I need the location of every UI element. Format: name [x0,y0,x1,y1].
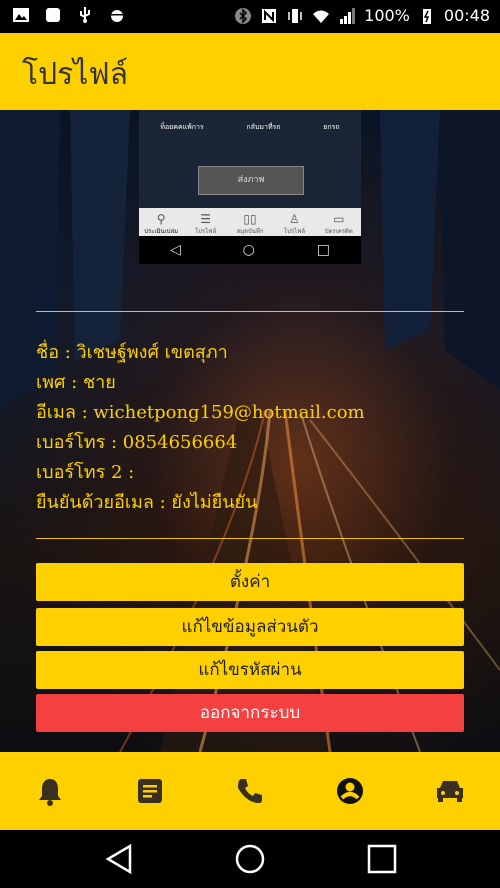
profile-info: ชื่อ : วิเชษฐ์พงศ์ เขตสุภา เพศ : ชาย อีเ… [36,338,365,518]
book-icon: ▯▯ [243,212,257,226]
list-icon: ☰ [200,212,211,226]
search-icon: ⚲ [156,212,166,226]
home-icon[interactable] [234,843,266,875]
screenshot-preview: ท็อยคคแพ้การ กลับมาที่รถ ยกรถ ส่งภาพ ⚲ ปร… [139,110,361,264]
recents-icon[interactable] [367,844,397,874]
nav-car[interactable] [420,761,480,821]
nfc-icon [262,8,277,23]
account-icon [337,778,363,804]
notes-icon [138,779,162,803]
battery-charging-icon [422,8,431,24]
status-bar: 100% 00:48 [0,0,500,33]
preview-label: ยกรถ [323,123,340,131]
edit-profile-button[interactable]: แก้ไขข้อมูลส่วนตัว [36,608,464,646]
gender-text: เพศ : ชาย [36,372,116,393]
phone-icon [238,779,262,803]
wifi-icon [313,10,330,23]
preview-tab: ♙ โปรไฟล์ [272,208,316,236]
signal-icon [340,7,356,24]
nav-call[interactable] [220,761,280,821]
person-icon: ♙ [289,212,300,226]
recents-icon: □ [316,242,331,258]
nav-notes[interactable] [120,761,180,821]
preview-tab: ⚲ ประเมินเปล่ม [139,208,183,236]
settings-button[interactable]: ตั้งค่า [36,563,464,601]
back-icon[interactable] [104,844,134,874]
logout-button[interactable]: ออกจากระบบ [36,694,464,732]
page-title: โปรไฟล์ [22,57,128,92]
system-navigation [0,830,500,888]
email-verify-text: ยืนยันด้วยอีเมล : ยังไม่ยืนยัน [36,492,258,513]
bottom-navigation [0,752,500,830]
car-icon [437,781,463,802]
app-bar: โปรไฟล์ [0,33,500,110]
phone-text: เบอร์โทร : 0854656664 [36,432,238,453]
bluetooth-icon [235,7,252,24]
preview-tab: ▯▯ สมุดบันทึก [228,208,272,236]
bell-icon [39,779,61,806]
name-text: ชื่อ : วิเชษฐ์พงศ์ เขตสุภา [36,342,228,363]
nav-notifications[interactable] [20,761,80,821]
card-icon: ▭ [333,212,345,226]
preview-label: ท็อยคคแพ้การ [160,123,204,131]
divider [36,311,464,312]
phone2-text: เบอร์โทร 2 : [36,462,135,483]
preview-tab: ☰ โปรไฟล์ [183,208,227,236]
preview-label: กลับมาที่รถ [246,123,281,131]
gallery-icon [13,8,29,22]
clock: 00:48 [443,6,490,25]
square-notification-icon [46,8,60,22]
android-debug-icon [111,10,123,22]
home-icon: ○ [242,242,255,258]
preview-tabs: ⚲ ประเมินเปล่ม ☰ โปรไฟล์ ▯▯ สมุดบันทึก ♙ โปร… [139,208,361,236]
nav-profile[interactable] [320,761,380,821]
change-password-button[interactable]: แก้ไขรหัสผ่าน [36,651,464,689]
back-icon: ◁ [169,242,181,258]
preview-system-nav: ◁ ○ □ [139,236,361,264]
preview-send-button: ส่งภาพ [198,166,304,195]
email-text: อีเมล : wichetpong159@hotmail.com [36,402,365,423]
divider [36,538,464,539]
vibrate-icon [288,8,302,23]
usb-icon [80,7,90,23]
profile-content[interactable]: ท็อยคคแพ้การ กลับมาที่รถ ยกรถ ส่งภาพ ⚲ ปร… [0,110,500,752]
preview-tab: ▭ บัตรเครดิต [317,208,361,236]
battery-percent: 100% [364,6,410,25]
